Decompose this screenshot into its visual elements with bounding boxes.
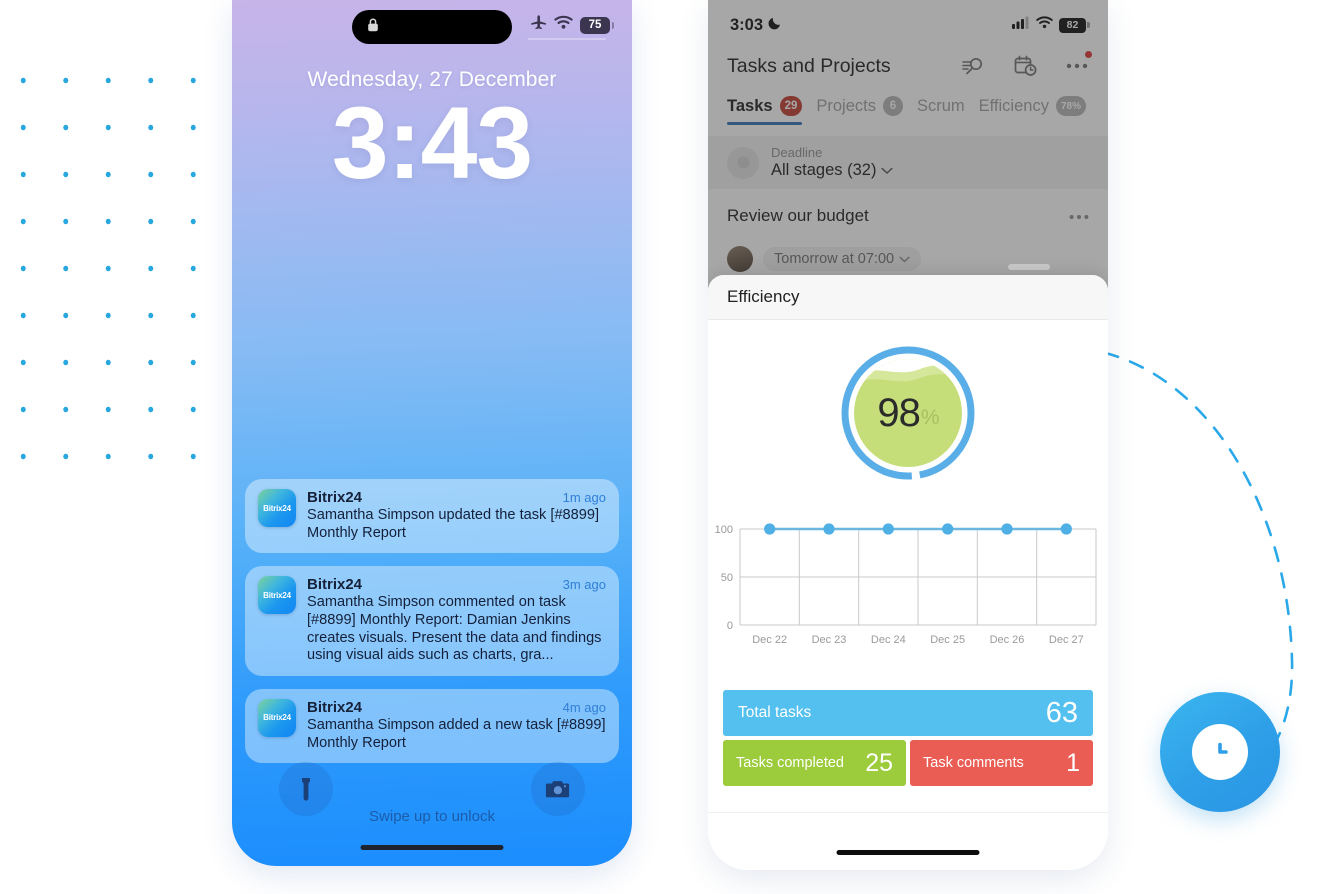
stat-label: Task comments <box>923 755 1024 771</box>
tab-projects[interactable]: Projects 6 <box>816 96 903 125</box>
tab-label: Tasks <box>727 96 773 115</box>
tab-scrum[interactable]: Scrum <box>917 97 965 125</box>
left-status-icons: 75 <box>530 14 614 36</box>
home-indicator[interactable] <box>360 845 504 850</box>
efficiency-line-chart: 0 50 100 Dec 22 Dec 23 Dec 24 Dec 25 Dec 26 Dec … <box>708 503 1108 646</box>
efficiency-sheet: Efficiency 98% 0 50 100 Dec 22 Dec 23 De… <box>708 275 1108 870</box>
bitrix24-app-icon: Bitrix24 <box>258 698 296 737</box>
status-time: 3:03 <box>730 15 764 34</box>
battery-indicator: 75 <box>580 16 614 34</box>
stat-task-comments: Task comments 1 <box>910 740 1093 786</box>
notification-app-name: Bitrix24 <box>307 576 363 594</box>
filter-label: Deadline <box>771 144 823 160</box>
search-filter-icon[interactable] <box>961 54 985 78</box>
status-time-group: 3:03 <box>730 16 782 35</box>
notification-text: Samantha Simpson updated the task [#8899… <box>307 507 600 541</box>
sheet-footer <box>708 812 1108 870</box>
svg-text:Dec 25: Dec 25 <box>930 634 965 643</box>
more-options-icon[interactable] <box>1065 51 1092 78</box>
page-title: Tasks and Projects <box>727 54 891 77</box>
stat-label: Tasks completed <box>736 755 844 771</box>
stat-value: 63 <box>1045 696 1078 729</box>
chevron-down-icon <box>881 161 894 180</box>
tab-efficiency[interactable]: Efficiency 78% <box>979 96 1086 125</box>
svg-text:Dec 23: Dec 23 <box>812 634 847 643</box>
stat-value: 1 <box>1066 748 1080 777</box>
decorative-dot-grid <box>0 40 232 460</box>
bitrix24-app-icon: Bitrix24 <box>258 489 296 527</box>
efficiency-gauge: 98% <box>708 343 1108 483</box>
sheet-title: Efficiency <box>727 287 800 306</box>
left-phone-lockscreen: 75 Wednesday, 27 December 3:43 Bitrix24 … <box>232 0 632 866</box>
tab-badge: 29 <box>779 96 803 116</box>
stat-value: 25 <box>865 748 893 777</box>
lock-icon <box>366 17 380 38</box>
task-deadline-chip[interactable]: Tomorrow at 07:00 <box>763 247 922 271</box>
sheet-header: Efficiency <box>708 275 1108 320</box>
header-actions <box>961 51 1092 78</box>
notification-app-name: Bitrix24 <box>307 489 363 506</box>
home-indicator[interactable] <box>836 850 980 855</box>
clock-icon <box>1192 724 1248 780</box>
swipe-hint: Swipe up to unlock <box>369 808 495 825</box>
stat-tasks-completed: Tasks completed 25 <box>723 740 906 786</box>
svg-text:0: 0 <box>727 620 733 632</box>
svg-text:100: 100 <box>715 524 733 536</box>
task-title: Review our budget <box>727 206 869 225</box>
tab-label: Efficiency <box>978 96 1049 115</box>
list-item[interactable]: Bitrix24 Bitrix24 4m ago Samantha Simpso… <box>245 688 619 764</box>
battery-indicator: 82 <box>1059 17 1090 33</box>
notification-list: Bitrix24 Bitrix24 1m ago Samantha Simpso… <box>245 479 619 776</box>
tab-badge: 78% <box>1055 96 1086 116</box>
dynamic-island <box>352 10 512 44</box>
list-item[interactable]: Bitrix24 Bitrix24 3m ago Samantha Simpso… <box>245 566 619 676</box>
right-phone-app: 3:03 82 Tasks and Projects Tasks 29 Proj… <box>708 0 1108 870</box>
svg-text:50: 50 <box>721 572 733 584</box>
notification-dot <box>1085 51 1092 58</box>
right-status-bar: 3:03 82 <box>708 14 1108 36</box>
svg-text:Dec 26: Dec 26 <box>990 634 1025 643</box>
tab-tasks[interactable]: Tasks 29 <box>727 96 803 125</box>
more-options-icon[interactable] <box>1069 207 1089 225</box>
app-header: Tasks and Projects <box>708 51 1108 78</box>
airplane-mode-icon <box>530 14 547 36</box>
filter-value[interactable]: All stages (32) <box>771 161 894 180</box>
gauge-value: 98% <box>877 390 939 435</box>
stat-total-tasks: Total tasks 63 <box>723 690 1093 736</box>
bitrix24-app-icon: Bitrix24 <box>258 576 296 615</box>
status-icons: 82 <box>1012 16 1090 34</box>
tab-label: Projects <box>816 96 876 115</box>
lockscreen-time: 3:43 <box>331 86 533 200</box>
notification-time: 4m ago <box>562 699 606 715</box>
status-underline <box>528 38 606 40</box>
cellular-signal-icon <box>1012 16 1030 34</box>
stat-label: Total tasks <box>738 704 812 721</box>
scroll-handle[interactable] <box>1008 264 1050 270</box>
svg-text:Dec 24: Dec 24 <box>871 634 906 643</box>
notification-time: 3m ago <box>562 577 606 593</box>
clock-badge <box>1160 692 1280 812</box>
tab-bar: Tasks 29 Projects 6 Scrum Efficiency 78% <box>727 96 1108 125</box>
chevron-down-icon <box>899 251 910 267</box>
calendar-clock-icon[interactable] <box>1013 54 1037 78</box>
filter-bar[interactable]: Deadline All stages (32) <box>708 136 1108 189</box>
list-item[interactable]: Bitrix24 Bitrix24 1m ago Samantha Simpso… <box>245 479 619 554</box>
group-avatar-icon <box>727 146 759 179</box>
notification-app-name: Bitrix24 <box>307 698 363 716</box>
wifi-icon <box>554 15 573 35</box>
task-card[interactable]: Review our budget Tomorrow at 07:00 <box>708 206 1108 272</box>
notification-text: Samantha Simpson commented on task [#889… <box>307 594 602 664</box>
tab-label: Scrum <box>916 96 965 115</box>
notification-text: Samantha Simpson added a new task [#8899… <box>307 716 606 751</box>
svg-text:Dec 27: Dec 27 <box>1049 634 1084 643</box>
svg-text:Dec 22: Dec 22 <box>752 634 787 643</box>
moon-icon <box>768 16 782 35</box>
notification-time: 1m ago <box>562 490 606 505</box>
stat-blocks: Total tasks 63 Tasks completed 25 Task c… <box>723 690 1093 786</box>
tab-badge: 6 <box>882 96 903 116</box>
wifi-icon <box>1036 16 1053 34</box>
avatar <box>727 246 753 272</box>
